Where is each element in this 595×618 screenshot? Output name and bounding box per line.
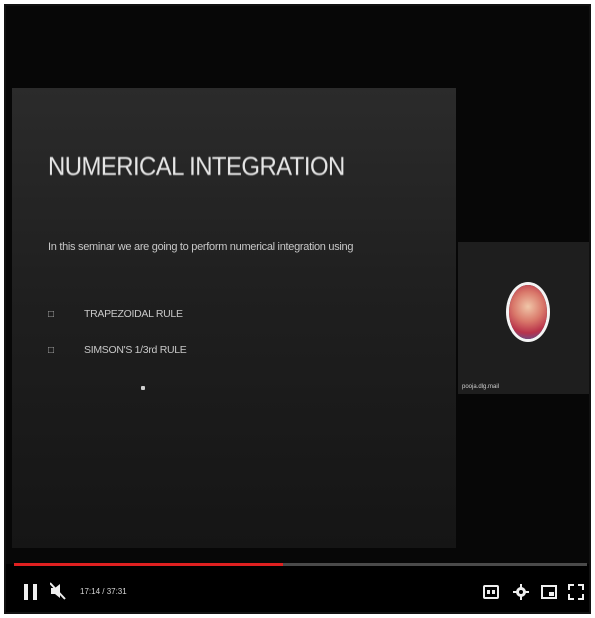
captions-button[interactable] (483, 584, 499, 600)
gear-icon (513, 584, 529, 600)
fullscreen-button[interactable] (568, 584, 584, 600)
captions-icon (483, 585, 499, 599)
slide-bullet: □ TRAPEZOIDAL RULE (48, 308, 183, 320)
slide-title: NUMERICAL INTEGRATION (48, 151, 345, 181)
bullet-marker-icon: □ (48, 309, 54, 320)
settings-button[interactable] (513, 584, 529, 600)
participant-name: pooja.dlg.mail (462, 384, 500, 390)
video-viewport[interactable]: NUMERICAL INTEGRATION In this seminar we… (6, 6, 589, 564)
volume-button[interactable] (49, 582, 66, 600)
bullet-marker-icon: □ (48, 345, 54, 356)
bullet-text: TRAPEZOIDAL RULE (84, 308, 183, 320)
pause-icon (24, 584, 28, 600)
bullet-text: SIMSON'S 1/3rd RULE (84, 344, 187, 356)
slide-bullet: □ SIMSON'S 1/3rd RULE (48, 344, 187, 356)
avatar (509, 285, 547, 339)
pause-icon (33, 584, 37, 600)
player-controls: 17:14 / 37:31 (6, 566, 589, 612)
volume-muted-icon (49, 582, 66, 600)
time-display: 17:14 / 37:31 (80, 587, 127, 596)
pause-button[interactable] (24, 584, 38, 600)
shared-slide: NUMERICAL INTEGRATION In this seminar we… (12, 88, 456, 548)
participant-tile: pooja.dlg.mail (458, 242, 589, 394)
slide-subtitle: In this seminar we are going to perform … (48, 241, 354, 253)
fullscreen-icon (568, 584, 584, 600)
video-player[interactable]: NUMERICAL INTEGRATION In this seminar we… (4, 4, 591, 614)
miniplayer-icon (541, 585, 557, 599)
mouse-cursor-icon (141, 386, 145, 390)
miniplayer-button[interactable] (541, 584, 557, 600)
